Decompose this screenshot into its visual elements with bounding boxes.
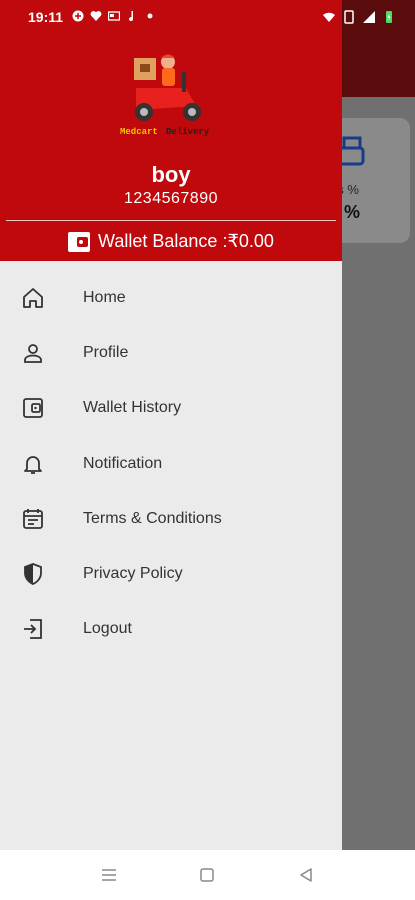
- menu-item-logout[interactable]: Logout: [0, 602, 342, 657]
- user-phone: 1234567890: [124, 190, 218, 207]
- wallet-icon: [23, 398, 43, 419]
- menu-item-label: Notification: [83, 454, 163, 472]
- wifi-icon: [323, 12, 335, 22]
- music-icon: [129, 11, 134, 22]
- status-bar: 19:11: [0, 0, 342, 32]
- back-nav-icon[interactable]: [297, 866, 315, 884]
- menu-item-terms[interactable]: Terms & Conditions: [0, 491, 342, 546]
- heart-icon: [90, 11, 102, 21]
- system-status-icons: [322, 10, 396, 24]
- signal-icon: [363, 11, 375, 23]
- system-navigation-bar: [0, 850, 415, 900]
- logout-icon: [24, 619, 42, 640]
- delivery-logo: Medcart Delivery: [120, 54, 210, 136]
- menu-item-label: Terms & Conditions: [83, 509, 222, 527]
- svg-text:Medcart: Medcart: [120, 127, 158, 136]
- wallet-balance-label: Wallet Balance :₹0.00: [98, 231, 274, 251]
- menu-item-label: Profile: [83, 343, 129, 361]
- status-time: 19:11: [28, 9, 64, 25]
- menu-item-notification[interactable]: Notification: [0, 436, 342, 491]
- svg-text:Delivery: Delivery: [166, 127, 210, 136]
- menu-item-label: Home: [83, 288, 126, 306]
- shield-icon: [24, 563, 42, 586]
- menu-item-privacy-policy[interactable]: Privacy Policy: [0, 546, 342, 601]
- menu-item-label: Wallet History: [83, 399, 182, 417]
- dot-icon: [147, 13, 153, 19]
- home-nav-icon[interactable]: [198, 866, 216, 884]
- battery-charging-icon: [386, 11, 392, 23]
- wallet-icon: [68, 231, 91, 252]
- bell-icon: [24, 455, 42, 474]
- menu-item-wallet-history[interactable]: Wallet History: [0, 381, 342, 436]
- drawer-menu: Home Profile Wallet History Notification…: [0, 270, 342, 657]
- status-notification-icons: [72, 10, 156, 22]
- user-icon: [24, 344, 42, 363]
- menu-item-label: Logout: [83, 620, 132, 638]
- calendar-icon: [23, 508, 43, 529]
- header-divider: [6, 220, 336, 221]
- navigation-drawer: 19:11 Medcart Delivery boy 1234567890 Wa…: [0, 0, 342, 850]
- app-notification-icon: [72, 10, 84, 22]
- home-icon: [23, 287, 43, 308]
- card-icon: [108, 11, 120, 21]
- menu-item-profile[interactable]: Profile: [0, 325, 342, 380]
- user-name: boy: [151, 162, 191, 187]
- sim-icon: [344, 10, 354, 24]
- menu-item-home[interactable]: Home: [0, 270, 342, 325]
- menu-nav-icon[interactable]: [100, 866, 118, 884]
- drawer-header: Medcart Delivery boy 1234567890 Wallet B…: [0, 32, 342, 261]
- background-card-value: %: [344, 202, 361, 222]
- menu-item-label: Privacy Policy: [83, 565, 183, 583]
- wallet-balance: Wallet Balance :₹0.00: [0, 231, 342, 252]
